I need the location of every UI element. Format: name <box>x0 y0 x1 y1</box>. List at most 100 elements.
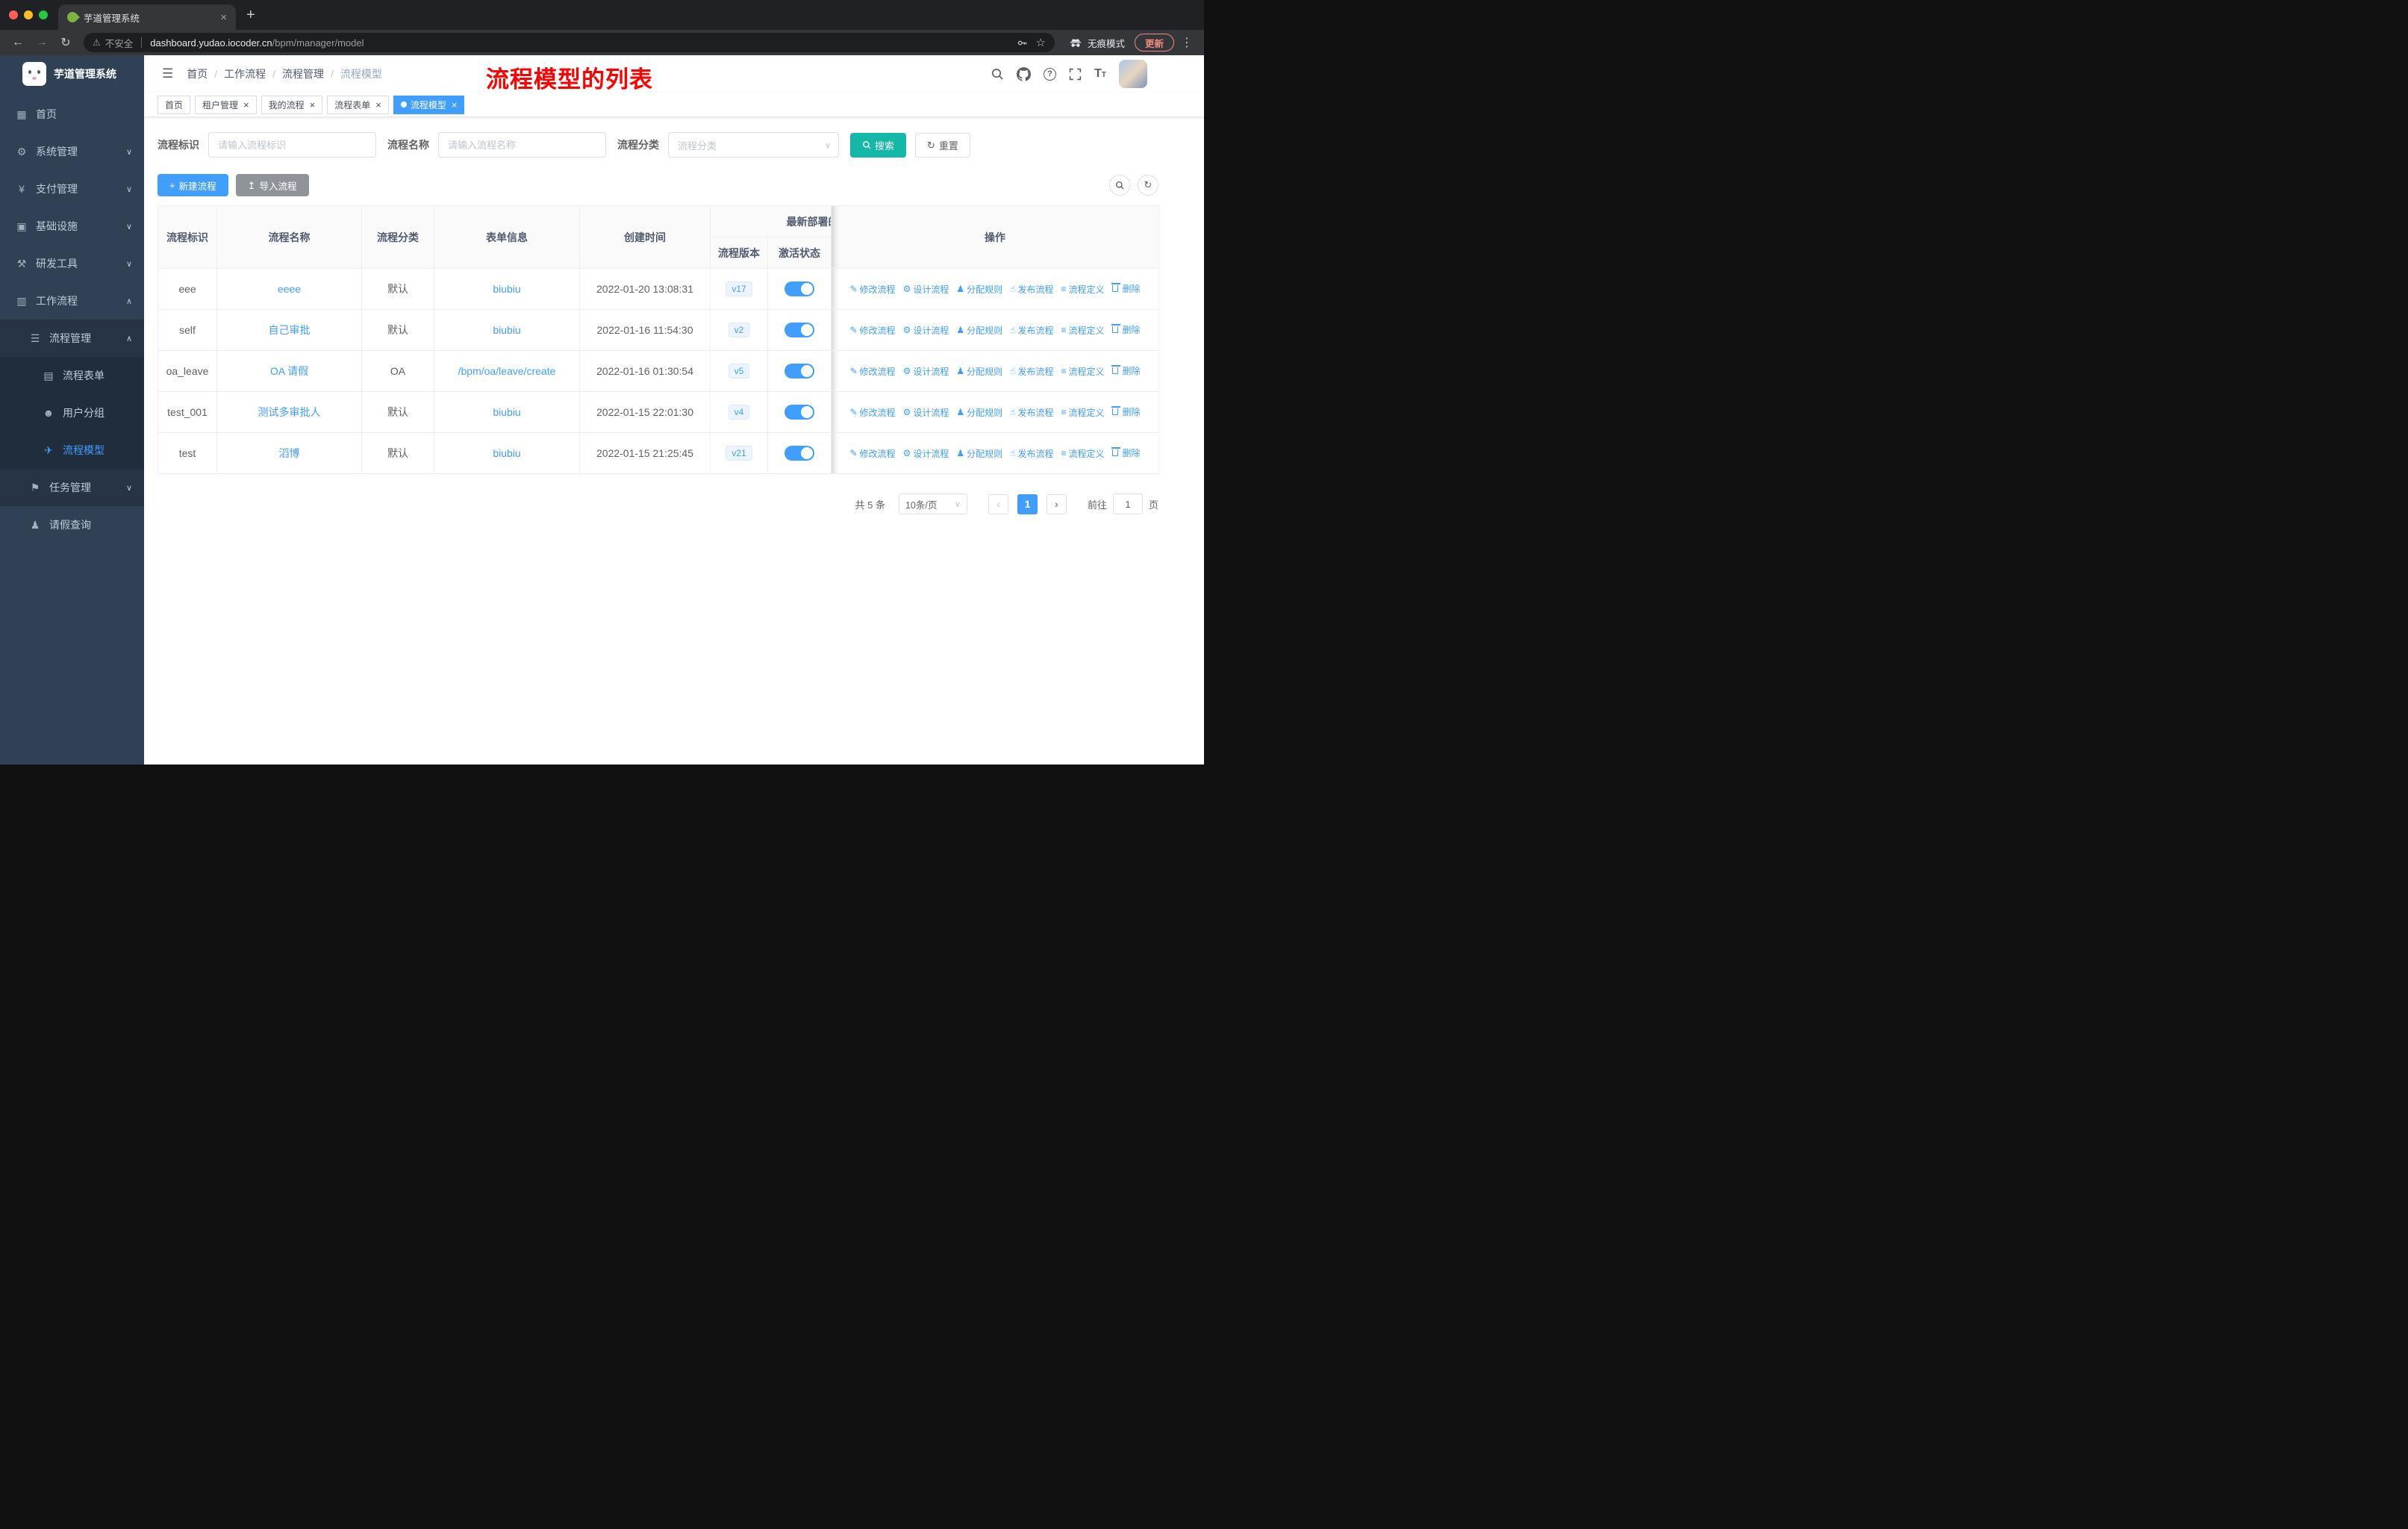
process-name-link[interactable]: 滔博 <box>279 447 300 459</box>
row-action-process-definition[interactable]: ≡ 流程定义 <box>1061 365 1104 378</box>
process-name-link[interactable]: eeee <box>278 283 301 295</box>
browser-menu-icon[interactable]: ⋮ <box>1177 35 1197 50</box>
row-action-process-definition[interactable]: ≡ 流程定义 <box>1061 283 1104 296</box>
help-icon[interactable]: ? <box>1044 67 1057 81</box>
import-process-button[interactable]: ↥ 导入流程 <box>235 174 309 196</box>
row-action-delete[interactable]: 删除 <box>1111 282 1141 295</box>
row-action-publish-process[interactable]: ☝ 发布流程 <box>1010 324 1053 337</box>
row-action-design-process[interactable]: ⚙ 设计流程 <box>903 283 949 296</box>
goto-page-input[interactable] <box>1112 493 1143 514</box>
breadcrumb-item-workflow[interactable]: 工作流程 <box>224 66 266 81</box>
update-button[interactable]: 更新 <box>1134 34 1174 52</box>
row-action-design-process[interactable]: ⚙ 设计流程 <box>903 406 949 419</box>
sidebar-item-process-model[interactable]: ✈ 流程模型 <box>0 432 144 469</box>
reload-icon[interactable]: ↻ <box>55 35 76 50</box>
key-icon[interactable] <box>1017 37 1028 49</box>
sidebar-item-process-management[interactable]: ☰ 流程管理 ∧ <box>0 320 144 357</box>
sidebar-item-task-management[interactable]: ⚑ 任务管理 ∨ <box>0 469 144 506</box>
row-action-modify-process[interactable]: ✎ 修改流程 <box>849 447 895 460</box>
row-action-delete[interactable]: 删除 <box>1111 323 1141 336</box>
back-icon[interactable]: ← <box>7 36 28 49</box>
process-key-input[interactable] <box>208 132 376 158</box>
tag-process-model[interactable]: 流程模型 × <box>393 95 465 114</box>
sidebar-item-dev-tools[interactable]: ⚒ 研发工具 ∨ <box>0 245 144 282</box>
row-action-modify-process[interactable]: ✎ 修改流程 <box>849 324 895 337</box>
row-action-assign-rule[interactable]: ♟ 分配规则 <box>956 406 1002 419</box>
prev-page-button[interactable]: ‹ <box>988 493 1008 514</box>
active-toggle[interactable] <box>785 446 814 461</box>
row-action-assign-rule[interactable]: ♟ 分配规则 <box>956 324 1002 337</box>
font-size-icon[interactable]: TT <box>1094 68 1106 80</box>
tag-close-icon[interactable]: × <box>243 99 249 110</box>
row-action-process-definition[interactable]: ≡ 流程定义 <box>1061 324 1104 337</box>
reset-button[interactable]: ↻ 重置 <box>915 132 970 158</box>
sidebar-item-process-form[interactable]: ▤ 流程表单 <box>0 357 144 394</box>
sidebar-item-payment-management[interactable]: ¥ 支付管理 ∨ <box>0 170 144 208</box>
next-page-button[interactable]: › <box>1046 493 1067 514</box>
row-action-delete[interactable]: 删除 <box>1111 364 1141 377</box>
active-toggle[interactable] <box>785 405 814 420</box>
active-toggle[interactable] <box>785 323 814 337</box>
toggle-search-button[interactable] <box>1109 175 1130 196</box>
row-action-modify-process[interactable]: ✎ 修改流程 <box>849 283 895 296</box>
breadcrumb-item-process-management[interactable]: 流程管理 <box>282 66 324 81</box>
github-icon[interactable] <box>1017 66 1032 81</box>
address-bar[interactable]: ⚠ 不安全 dashboard.yudao.iocoder.cn/bpm/man… <box>84 33 1055 52</box>
sidebar-item-system-management[interactable]: ⚙ 系统管理 ∨ <box>0 133 144 170</box>
category-select[interactable]: 流程分类 ∨ <box>668 132 839 158</box>
process-name-input[interactable] <box>438 132 606 158</box>
tag-home[interactable]: 首页 <box>157 95 191 114</box>
form-info-link[interactable]: biubiu <box>493 283 520 295</box>
tab-close-icon[interactable]: × <box>217 11 230 24</box>
active-toggle[interactable] <box>785 364 814 379</box>
tag-close-icon[interactable]: × <box>375 99 381 110</box>
tag-close-icon[interactable]: × <box>452 99 458 110</box>
row-action-publish-process[interactable]: ☝ 发布流程 <box>1010 447 1053 460</box>
row-action-process-definition[interactable]: ≡ 流程定义 <box>1061 406 1104 419</box>
row-action-publish-process[interactable]: ☝ 发布流程 <box>1010 365 1053 378</box>
browser-tab[interactable]: 芋道管理系统 × <box>58 4 236 30</box>
search-button[interactable]: 搜索 <box>850 132 907 158</box>
form-info-link[interactable]: biubiu <box>493 406 520 418</box>
refresh-table-button[interactable]: ↻ <box>1138 175 1158 196</box>
page-1-button[interactable]: 1 <box>1017 493 1038 514</box>
row-action-delete[interactable]: 删除 <box>1111 446 1141 459</box>
tag-my-process[interactable]: 我的流程 × <box>261 95 323 114</box>
zoom-window-button[interactable] <box>39 10 48 19</box>
close-window-button[interactable] <box>9 10 18 19</box>
minimize-window-button[interactable] <box>24 10 33 19</box>
search-icon[interactable] <box>991 67 1004 81</box>
fullscreen-icon[interactable] <box>1069 68 1082 81</box>
collapse-sidebar-icon[interactable]: ☰ <box>162 66 173 81</box>
new-tab-button[interactable]: + <box>246 7 255 24</box>
sidebar-item-home[interactable]: ▦ 首页 <box>0 96 144 133</box>
row-action-design-process[interactable]: ⚙ 设计流程 <box>903 365 949 378</box>
avatar[interactable] <box>1119 60 1147 88</box>
bookmark-star-icon[interactable]: ☆ <box>1036 36 1046 49</box>
forward-icon[interactable]: → <box>31 36 52 49</box>
active-toggle[interactable] <box>785 281 814 296</box>
tag-close-icon[interactable]: × <box>310 99 316 110</box>
form-info-link[interactable]: /bpm/oa/leave/create <box>458 365 556 377</box>
sidebar-item-workflow[interactable]: ▥ 工作流程 ∧ <box>0 282 144 320</box>
create-process-button[interactable]: + 新建流程 <box>157 174 228 196</box>
process-name-link[interactable]: OA 请假 <box>270 365 308 377</box>
sidebar-item-user-group[interactable]: ☻ 用户分组 <box>0 394 144 432</box>
row-action-design-process[interactable]: ⚙ 设计流程 <box>903 447 949 460</box>
row-action-publish-process[interactable]: ☝ 发布流程 <box>1010 283 1053 296</box>
row-action-process-definition[interactable]: ≡ 流程定义 <box>1061 447 1104 460</box>
tag-tenant[interactable]: 租户管理 × <box>195 95 257 114</box>
sidebar-item-leave-query[interactable]: ♟ 请假查询 <box>0 506 144 544</box>
process-name-link[interactable]: 自己审批 <box>269 324 311 336</box>
form-info-link[interactable]: biubiu <box>493 447 520 459</box>
row-action-delete[interactable]: 删除 <box>1111 405 1141 418</box>
form-info-link[interactable]: biubiu <box>493 324 520 336</box>
row-action-assign-rule[interactable]: ♟ 分配规则 <box>956 365 1002 378</box>
row-action-modify-process[interactable]: ✎ 修改流程 <box>849 365 895 378</box>
tag-process-form[interactable]: 流程表单 × <box>327 95 389 114</box>
row-action-modify-process[interactable]: ✎ 修改流程 <box>849 406 895 419</box>
row-action-publish-process[interactable]: ☝ 发布流程 <box>1010 406 1053 419</box>
breadcrumb-item-home[interactable]: 首页 <box>187 66 208 81</box>
page-size-select[interactable]: 10条/页 ∨ <box>898 493 967 514</box>
process-name-link[interactable]: 测试多审批人 <box>258 406 321 418</box>
